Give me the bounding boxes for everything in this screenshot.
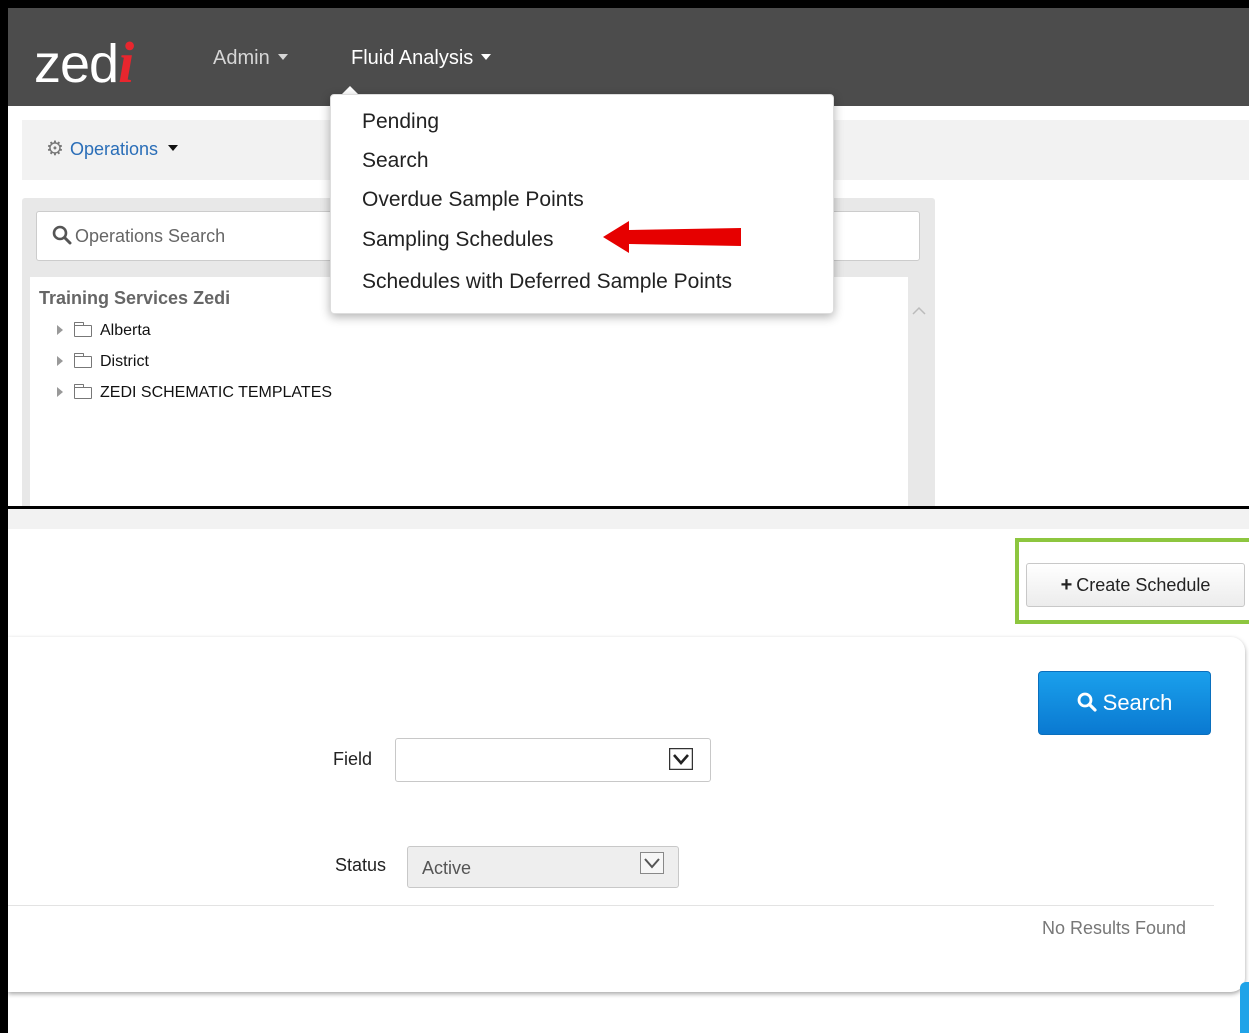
field-select[interactable] — [395, 738, 711, 782]
search-icon — [52, 225, 72, 245]
search-icon — [1077, 692, 1097, 712]
status-label: Status — [335, 855, 387, 875]
tree-item-label: Alberta — [100, 322, 151, 339]
chevron-down-icon — [277, 53, 288, 60]
plus-icon: + — [1060, 574, 1073, 596]
tree-root-label[interactable]: Training Services Zedi — [39, 286, 230, 310]
nav-admin-label: Admin — [213, 47, 270, 69]
zedi-logo[interactable]: zedi — [34, 30, 134, 95]
dropdown-arrow-icon[interactable] — [640, 852, 664, 874]
create-schedule-label: Create Schedule — [1076, 575, 1211, 595]
menu-item-schedules-with-deferred-sample-points[interactable]: Schedules with Deferred Sample Points — [362, 268, 732, 296]
search-button-label: Search — [1102, 690, 1173, 715]
operations-toggle-label: Operations — [69, 139, 158, 159]
operations-dropdown-toggle[interactable]: ⚙ Operations — [46, 136, 178, 162]
tree-item-label: District — [100, 353, 149, 370]
logo-text: zed — [34, 34, 119, 94]
frame-border-left — [0, 0, 8, 1033]
logo-accent: i — [118, 30, 134, 95]
menu-item-sampling-schedules[interactable]: Sampling Schedules — [362, 226, 553, 254]
menu-item-overdue-sample-points[interactable]: Overdue Sample Points — [362, 186, 584, 214]
frame-border-top — [0, 0, 1249, 8]
chevron-down-icon — [481, 53, 492, 60]
expand-triangle-icon[interactable] — [57, 356, 63, 366]
tree-item-label: ZEDI SCHEMATIC TEMPLATES — [100, 384, 333, 401]
nav-admin-menu[interactable]: Admin — [213, 46, 288, 70]
results-divider — [8, 905, 1214, 906]
nav-fluid-analysis-label: Fluid Analysis — [351, 47, 474, 69]
gears-icon: ⚙ — [46, 138, 64, 160]
status-select-value: Active — [422, 858, 472, 878]
red-arrow-annotation — [603, 221, 741, 253]
top-navbar — [8, 8, 1249, 106]
scroll-up-icon[interactable] — [911, 303, 927, 319]
expand-triangle-icon[interactable] — [57, 325, 63, 335]
tree-item-zedi-schematic-templates[interactable]: ZEDI SCHEMATIC TEMPLATES — [57, 382, 332, 404]
search-button[interactable]: Search — [1038, 671, 1211, 735]
folder-icon — [74, 322, 92, 337]
tree-item-alberta[interactable]: Alberta — [57, 320, 151, 342]
nav-fluid-analysis-menu[interactable]: Fluid Analysis — [351, 46, 492, 70]
tree-item-district[interactable]: District — [57, 351, 149, 373]
folder-icon — [74, 384, 92, 399]
no-results-message: No Results Found — [1042, 918, 1187, 938]
schedules-header-strip — [8, 509, 1249, 529]
create-schedule-button[interactable]: + Create Schedule — [1026, 563, 1245, 607]
dropdown-arrow-icon[interactable] — [669, 748, 693, 770]
side-tab-edge[interactable] — [1240, 982, 1249, 1033]
field-label: Field — [333, 749, 373, 769]
menu-item-pending[interactable]: Pending — [362, 108, 439, 136]
expand-triangle-icon[interactable] — [57, 387, 63, 397]
menu-item-search[interactable]: Search — [362, 147, 429, 175]
top-panel: zedi Admin Fluid Analysis ⚙Operations Tr… — [0, 0, 1249, 508]
folder-icon — [74, 353, 92, 368]
caret-down-icon — [168, 145, 178, 152]
